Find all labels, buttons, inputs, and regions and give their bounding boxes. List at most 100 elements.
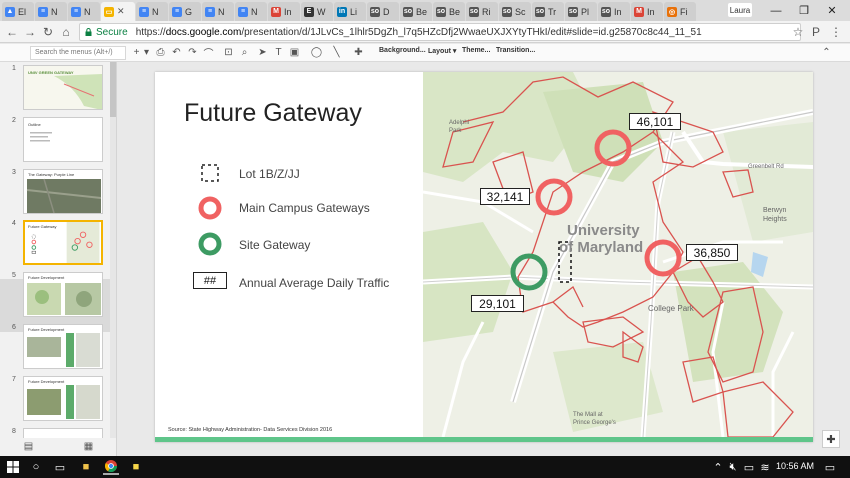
tray-chevron-icon[interactable]: ⌃ <box>710 459 726 475</box>
browser-tab[interactable]: ≡ G <box>169 2 201 21</box>
secure-label: Secure <box>96 26 128 38</box>
pinterest-extension-icon[interactable]: P <box>808 24 824 40</box>
red-circle-icon <box>198 196 222 220</box>
browser-tab[interactable]: ≡ N <box>136 2 168 21</box>
paint-format-icon[interactable]: ⌒ <box>202 46 215 60</box>
browser-tab[interactable]: ▭ ✕ <box>101 2 135 21</box>
theme-button[interactable]: Theme... <box>462 47 490 54</box>
browser-tab[interactable]: so Sc <box>499 2 531 21</box>
close-window-icon[interactable]: ✕ <box>818 2 846 19</box>
browser-tab[interactable]: ≡ N <box>68 2 100 21</box>
slide-thumbnail-2[interactable]: Outline <box>23 117 103 162</box>
shape-icon[interactable]: ◯ <box>310 46 323 59</box>
wifi-icon[interactable]: ≋ <box>757 459 773 475</box>
slide-number: 3 <box>12 169 16 176</box>
bookmark-star-icon[interactable]: ☆ <box>790 24 806 40</box>
slide-thumbnail-1[interactable]: UNIV GREEN GATEWAY <box>23 65 103 110</box>
chrome-taskbar-icon[interactable] <box>103 459 119 475</box>
map-place-mall: The Mall at <box>573 412 603 418</box>
gateway-circle-west <box>535 178 573 216</box>
slide-number: 6 <box>12 324 16 331</box>
chrome-menu-icon[interactable]: ⋮ <box>828 24 844 40</box>
map-label-university: University <box>567 222 640 239</box>
browser-tab[interactable]: ▲ El <box>2 2 34 21</box>
volume-mute-icon[interactable]: 🔇︎ <box>725 459 741 475</box>
slide-thumbnail-7[interactable]: Future Development <box>23 376 103 421</box>
taskbar-clock[interactable]: 10:56 AM <box>776 461 814 471</box>
close-tab-icon[interactable]: ✕ <box>117 6 125 17</box>
explore-icon[interactable]: ✚ <box>822 430 840 448</box>
slide-canvas[interactable]: Future Gateway Lot 1B/Z/JJ Main Campus G… <box>155 72 813 442</box>
browser-tab[interactable]: so Be <box>433 2 465 21</box>
zoom-icon[interactable]: ⌕ <box>238 46 251 59</box>
maximize-icon[interactable]: ❐ <box>790 2 818 19</box>
background-button[interactable]: Background... <box>379 47 426 54</box>
traffic-count-box-icon: ## <box>193 272 227 289</box>
collapse-toolbar-icon[interactable]: ⌃ <box>820 46 833 59</box>
tab-label: Tr <box>548 6 557 17</box>
select-cursor-icon[interactable]: ➤ <box>256 46 269 59</box>
slide-thumbnail-5[interactable]: Future Development <box>23 272 103 317</box>
cortana-icon[interactable]: ○ <box>28 459 44 475</box>
forward-icon[interactable]: → <box>22 24 38 40</box>
grid-view-icon[interactable]: ▤ <box>22 440 35 453</box>
sticky-notes-icon[interactable]: ■ <box>128 459 144 475</box>
file-explorer-icon[interactable]: ■ <box>78 459 94 475</box>
browser-tab[interactable]: so In <box>598 2 630 21</box>
map-place-heights: Heights <box>763 216 787 223</box>
slide-title[interactable]: Future Gateway <box>184 99 362 128</box>
tab-label: N <box>251 6 258 17</box>
slide-thumbnail-3[interactable]: The Gateway: Purple Line <box>23 169 103 214</box>
layout-button[interactable]: Layout ▾ <box>428 47 456 55</box>
legend-traffic-label: Annual Average Daily Traffic <box>239 276 390 290</box>
browser-tab[interactable]: EW <box>301 2 333 21</box>
campus-map[interactable]: University of Maryland 46,101 32,141 36,… <box>423 72 813 437</box>
tab-label: D <box>383 6 390 17</box>
slide-thumbnail-6[interactable]: Future Development <box>23 324 103 369</box>
notifications-icon[interactable]: ▭ <box>822 459 838 475</box>
slide-thumbnail-4[interactable]: Future Gateway <box>23 220 103 265</box>
browser-tab[interactable]: so Tr <box>532 2 564 21</box>
browser-tab[interactable]: so Ri <box>466 2 498 21</box>
line-icon[interactable]: ╲ <box>330 46 343 59</box>
browser-tab[interactable]: M In <box>631 2 663 21</box>
browser-tab[interactable]: so Be <box>400 2 432 21</box>
filmstrip-view-icon[interactable]: ▦ <box>82 440 95 453</box>
image-icon[interactable]: ▣ <box>288 46 301 59</box>
green-circle-icon <box>198 232 222 256</box>
redo-icon[interactable]: ↷ <box>186 46 199 59</box>
textbox-icon[interactable]: T <box>272 46 285 59</box>
profile-button[interactable]: Laura <box>728 3 752 17</box>
browser-tab[interactable]: in Li <box>334 2 366 21</box>
browser-tab[interactable]: ≡ N <box>235 2 267 21</box>
url-host: docs.google.com <box>165 26 242 38</box>
site-gateway-circle <box>510 253 548 291</box>
browser-tab[interactable]: M In <box>268 2 300 21</box>
browser-tab[interactable]: ≡ N <box>35 2 67 21</box>
browser-tab[interactable]: so Pl <box>565 2 597 21</box>
print-icon[interactable]: ⎙ <box>154 46 167 59</box>
battery-icon[interactable]: ▭ <box>741 459 757 475</box>
thumb-caption: Outline <box>28 122 41 127</box>
reload-icon[interactable]: ↻ <box>40 24 56 40</box>
task-view-icon[interactable]: ▭ <box>52 459 68 475</box>
tab-favicon-icon: ≡ <box>38 6 48 17</box>
browser-tab[interactable]: so D <box>367 2 399 21</box>
new-slide-dropdown-icon[interactable]: ▾ <box>140 46 153 59</box>
browser-tab[interactable]: ◎ Fi <box>664 2 696 21</box>
filmstrip-scrollbar[interactable] <box>110 62 116 440</box>
back-icon[interactable]: ← <box>4 24 20 40</box>
home-icon[interactable]: ⌂ <box>58 24 74 40</box>
undo-icon[interactable]: ↶ <box>170 46 183 59</box>
zoom-fit-icon[interactable]: ⊡ <box>222 46 235 59</box>
transition-button[interactable]: Transition... <box>496 47 535 54</box>
tab-favicon-icon: ≡ <box>139 6 149 17</box>
menu-search-input[interactable]: Search the menus (Alt+/) <box>30 46 126 60</box>
browser-tab[interactable]: ≡ N <box>202 2 234 21</box>
minimize-icon[interactable]: — <box>762 2 790 19</box>
windows-start-icon[interactable] <box>7 461 19 473</box>
tab-favicon-icon: so <box>601 6 611 17</box>
omnibox[interactable]: Secure https://docs.google.com/presentat… <box>79 23 801 41</box>
scrollbar-thumb[interactable] <box>110 62 116 117</box>
comment-icon[interactable]: ✚ <box>352 46 365 59</box>
